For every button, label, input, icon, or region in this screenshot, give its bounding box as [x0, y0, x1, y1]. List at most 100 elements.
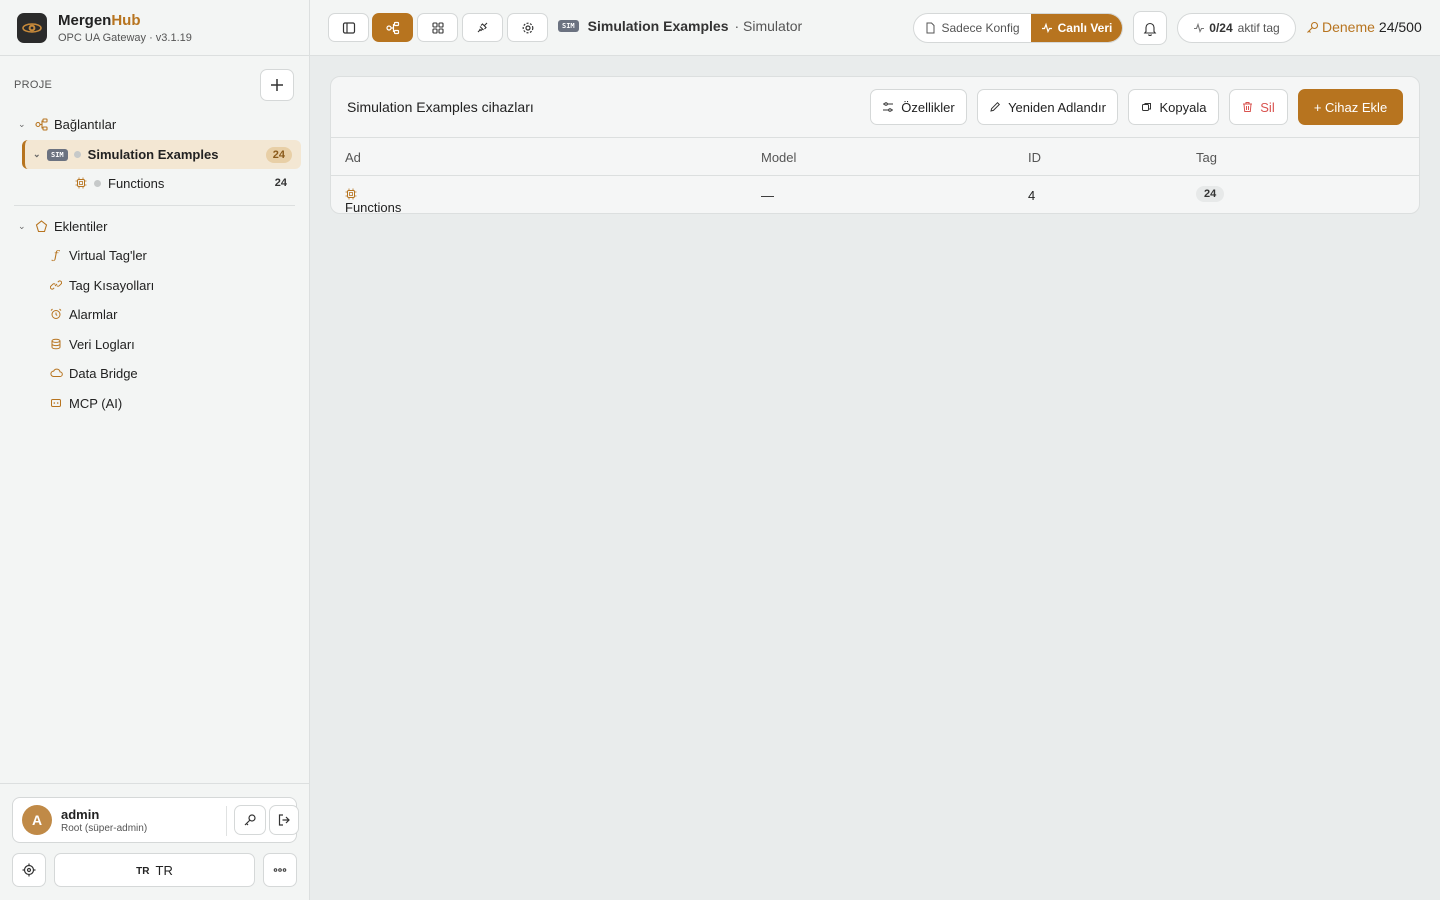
puzzle-icon [34, 219, 48, 233]
breadcrumb-title: Simulation Examples [587, 18, 729, 34]
divider [0, 783, 309, 784]
trial-label: Deneme [1322, 19, 1375, 35]
button-label: + Cihaz Ekle [1313, 99, 1388, 115]
brand-subtitle: OPC UA Gateway · v3.1.19 [58, 31, 192, 44]
button-label: Özellikler [901, 99, 955, 115]
sim-badge: SIM [558, 20, 579, 32]
settings-button[interactable] [507, 13, 548, 42]
connections-icon [34, 117, 48, 131]
plugin-virtual-tags[interactable]: ƒ Virtual Tag'ler [49, 244, 147, 266]
logout-button[interactable] [269, 805, 299, 835]
active-tags-label: aktif tag [1237, 21, 1280, 35]
bell-icon [1143, 22, 1157, 36]
user-role: Root (süper-admin) [61, 822, 148, 834]
column-header-model[interactable]: Model [761, 150, 796, 165]
chevron-down-icon: ⌄ [33, 149, 41, 159]
tree-item-simulation-examples[interactable]: ⌄ SIM Simulation Examples 24 [22, 140, 301, 169]
tree-connections[interactable]: ⌄ Bağlantılar [18, 113, 116, 135]
add-device-button[interactable]: + Cihaz Ekle [1298, 89, 1403, 125]
tree-connections-label: Bağlantılar [54, 116, 117, 132]
delete-button[interactable]: Sil [1229, 89, 1288, 125]
tag-count: 24 [274, 177, 287, 189]
plugin-label: Tag Kısayolları [69, 277, 155, 293]
language-button[interactable]: TR TR [54, 853, 255, 887]
button-label: Kopyala [1159, 99, 1207, 115]
mode-label: Canlı Veri [1057, 21, 1113, 35]
tree-plugins[interactable]: ⌄ Eklentiler [18, 215, 107, 237]
plugin-label: Data Bridge [69, 365, 138, 381]
sim-badge: SIM [47, 148, 68, 161]
key-icon [1307, 21, 1319, 33]
key-icon [244, 814, 256, 826]
tree-plugins-label: Eklentiler [54, 218, 108, 234]
grid-view-button[interactable] [417, 13, 458, 42]
plugins-view-button[interactable] [462, 13, 503, 42]
plugin-data-bridge[interactable]: Data Bridge [49, 362, 138, 384]
rename-button[interactable]: Yeniden Adlandır [977, 89, 1118, 125]
panel-title: Simulation Examples cihazları [347, 99, 534, 115]
more-icon [273, 868, 287, 872]
avatar: A [22, 805, 52, 835]
chevron-down-icon: ⌄ [18, 220, 26, 231]
sidebar-icon [342, 21, 355, 34]
user-name: admin [61, 806, 100, 822]
trash-icon [1243, 102, 1253, 112]
sidebar: MergenHub OPC UA Gateway · v3.1.19 PROJE… [0, 0, 310, 900]
sliders-icon [883, 102, 894, 112]
file-icon [926, 22, 935, 34]
locate-button[interactable] [12, 853, 46, 887]
more-button[interactable] [263, 853, 297, 887]
copy-icon [1141, 103, 1151, 111]
divider [226, 806, 227, 836]
cell-name: Functions [345, 188, 401, 213]
column-header-tag[interactable]: Tag [1196, 150, 1217, 165]
language-code: TR [136, 866, 150, 877]
topbar: SIM Simulation Examples · Simulator Sade… [310, 0, 1440, 56]
plugin-alarms[interactable]: Alarmlar [49, 303, 117, 325]
database-icon [49, 337, 63, 351]
plugin-mcp-ai[interactable]: MCP (AI) [49, 392, 122, 414]
breadcrumb: SIM Simulation Examples · Simulator [558, 18, 802, 34]
project-section-label: PROJE [14, 79, 53, 91]
column-header-id[interactable]: ID [1028, 150, 1041, 165]
activity-icon [1194, 22, 1205, 34]
link-icon [49, 278, 63, 292]
tree-item-functions[interactable]: Functions 24 [74, 172, 295, 194]
ai-icon [49, 396, 63, 410]
logout-icon [278, 814, 290, 826]
toggle-sidebar-button[interactable] [328, 13, 369, 42]
notifications-button[interactable] [1133, 11, 1167, 45]
properties-button[interactable]: Özellikler [870, 89, 967, 125]
add-project-button[interactable] [260, 69, 294, 101]
change-password-button[interactable] [234, 805, 266, 835]
column-header-name[interactable]: Ad [345, 150, 361, 165]
cell-id: 4 [1028, 188, 1036, 203]
language-label: TR [155, 862, 173, 878]
button-label: Yeniden Adlandır [1008, 99, 1106, 115]
table-row[interactable]: Functions — 4 24 [331, 176, 1419, 213]
mode-label: Sadece Konfig [941, 21, 1020, 35]
live-data-mode-button[interactable]: Canlı Veri [1031, 14, 1122, 42]
plug-icon [477, 22, 488, 33]
activity-icon [1041, 22, 1052, 34]
config-only-mode-button[interactable]: Sadece Konfig [914, 14, 1031, 42]
tree-item-label: Simulation Examples [87, 147, 219, 162]
copy-button[interactable]: Kopyala [1128, 89, 1219, 125]
connections-view-button[interactable] [372, 13, 413, 42]
divider [14, 205, 295, 206]
tree-item-label: Functions [108, 175, 165, 191]
brand-name: MergenHub [58, 11, 141, 29]
device-name: Functions [345, 200, 402, 214]
status-dot [94, 179, 101, 187]
plugin-tag-shortcuts[interactable]: Tag Kısayolları [49, 274, 154, 296]
connections-icon [385, 21, 399, 34]
trial-indicator[interactable]: Deneme 24/500 [1306, 19, 1422, 35]
trial-count: 24/500 [1378, 19, 1422, 35]
plugin-data-logs[interactable]: Veri Logları [49, 333, 135, 355]
status-dot [73, 151, 81, 158]
devices-panel: Simulation Examples cihazları Özellikler… [330, 76, 1420, 214]
chip-icon [74, 176, 88, 190]
chevron-down-icon: ⌄ [18, 118, 26, 129]
cloud-icon [49, 366, 63, 380]
crosshair-icon [22, 863, 36, 877]
